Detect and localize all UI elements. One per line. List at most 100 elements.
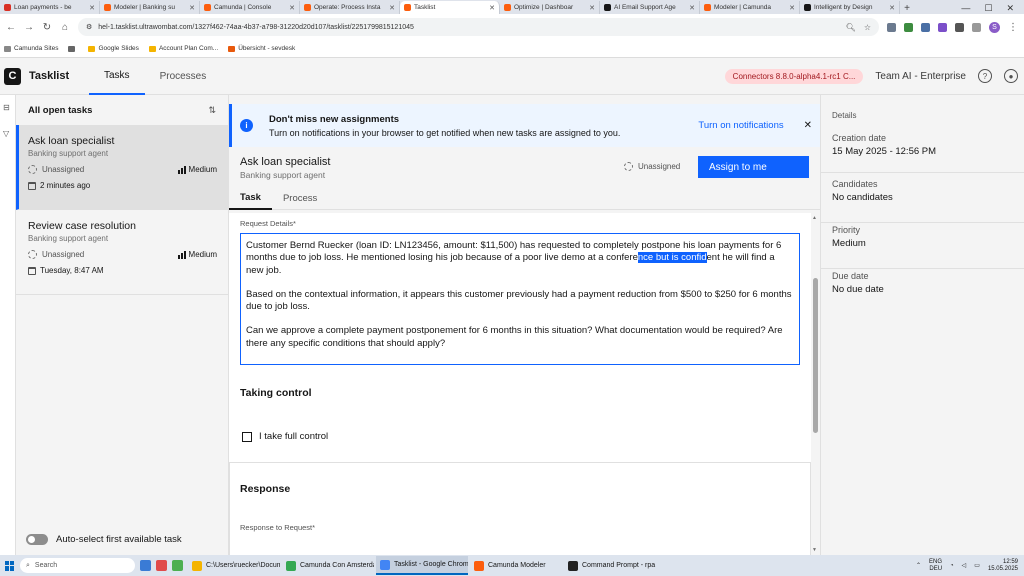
language-indicator[interactable]: ENG DEU — [929, 559, 942, 573]
tab-process[interactable]: Process — [272, 187, 328, 210]
browser-tab[interactable]: Intelligent by Design ✕ — [800, 1, 900, 14]
kebab-menu-icon[interactable]: ⋮ — [1008, 22, 1018, 33]
task-card-name: Review case resolution — [28, 220, 136, 232]
bookmark-item[interactable]: Google Slides — [88, 45, 139, 52]
scrollbar-thumb[interactable] — [813, 278, 818, 433]
close-tab-icon[interactable]: ✕ — [289, 4, 295, 12]
browser-tab[interactable]: Tasklist ✕ — [400, 1, 500, 14]
creation-date-label: Creation date — [832, 133, 887, 143]
volume-icon[interactable]: ◁ — [962, 562, 967, 569]
maximize-icon[interactable]: ☐ — [984, 3, 992, 14]
reload-icon[interactable]: ↻ — [42, 22, 52, 33]
take-control-checkbox[interactable] — [242, 431, 252, 442]
bookmark-star-icon[interactable]: ☆ — [864, 23, 871, 32]
scroll-up-icon[interactable]: ▲ — [812, 215, 817, 221]
priority-icon — [177, 165, 186, 174]
close-tab-icon[interactable]: ✕ — [89, 4, 95, 12]
taskbar-app[interactable]: Camunda Con Amsterda — [282, 556, 374, 575]
taskbar-search[interactable]: ⌕ Search — [20, 558, 135, 573]
request-details-textarea[interactable]: Customer Bernd Ruecker (loan ID: LN12345… — [240, 233, 800, 365]
windows-start-icon[interactable] — [5, 560, 15, 571]
browser-tab[interactable]: Loan payments - be ✕ — [0, 1, 100, 14]
extension-icon[interactable] — [938, 22, 947, 32]
extension-icon[interactable] — [904, 22, 913, 32]
zoom-icon[interactable]: 🔍︎ — [846, 23, 856, 32]
favicon-icon — [404, 4, 411, 11]
sort-icon[interactable]: ⇅ — [208, 105, 216, 116]
nav-tab-tasks[interactable]: Tasks — [89, 58, 145, 95]
extension-icon[interactable] — [955, 22, 964, 32]
task-card-assignee: Unassigned — [42, 165, 85, 174]
help-icon[interactable]: ? — [978, 69, 992, 83]
app-icon[interactable] — [156, 560, 167, 571]
battery-icon[interactable]: ▭ — [974, 562, 980, 569]
bookmark-item[interactable]: Camunda Sites — [4, 45, 58, 52]
extension-icon[interactable] — [887, 22, 896, 32]
bookmark-item[interactable]: Übersicht - sevdesk — [228, 45, 295, 52]
browser-tab[interactable]: Camunda | Console ✕ — [200, 1, 300, 14]
taskbar-app[interactable]: C:\Users\ruecker\Docum — [188, 556, 280, 575]
minimize-icon[interactable]: — — [961, 3, 970, 14]
task-filter-header[interactable]: All open tasks ⇅ — [16, 95, 228, 125]
user-icon[interactable]: ● — [1004, 69, 1018, 83]
close-tab-icon[interactable]: ✕ — [189, 4, 195, 12]
task-card[interactable]: Ask loan specialist Banking support agen… — [16, 125, 229, 210]
task-card[interactable]: Review case resolution Banking support a… — [16, 210, 229, 295]
clock[interactable]: 12:59 15.05.2025 — [988, 559, 1018, 573]
outlook-icon[interactable] — [140, 560, 151, 571]
app-icon[interactable] — [172, 560, 183, 571]
scroll-down-icon[interactable]: ▼ — [812, 547, 817, 553]
taskbar-app-label: Camunda Modeler — [488, 562, 546, 569]
filter-icon[interactable]: ▽ — [3, 129, 9, 138]
candidates-value: No candidates — [832, 192, 893, 203]
priority-value: Medium — [832, 238, 866, 249]
taskbar-app[interactable]: Command Prompt - rpa — [564, 556, 656, 575]
browser-tab[interactable]: AI Email Support Age ✕ — [600, 1, 700, 14]
puzzle-icon[interactable] — [972, 22, 981, 32]
task-card-name: Ask loan specialist — [28, 135, 115, 147]
task-form: Request Details* Customer Bernd Ruecker … — [229, 213, 811, 555]
bookmark-item[interactable]: Account Plan Com... — [148, 45, 218, 52]
close-tab-icon[interactable]: ✕ — [689, 4, 695, 12]
forward-icon[interactable]: → — [24, 22, 34, 33]
wifi-icon[interactable]: ◔ — [950, 563, 954, 569]
browser-tab[interactable]: Optimize | Dashboar ✕ — [500, 1, 600, 14]
collapse-panel-icon[interactable]: ⊟ — [3, 103, 10, 112]
organization-name[interactable]: Team AI - Enterprise — [875, 71, 966, 82]
close-window-icon[interactable]: ✕ — [1006, 3, 1014, 14]
close-tab-icon[interactable]: ✕ — [389, 4, 395, 12]
bookmark-label: Google Slides — [98, 45, 139, 52]
form-scrollbar[interactable]: ▲ ▼ — [811, 213, 820, 555]
taskbar-app-label: Command Prompt - rpa — [582, 562, 656, 569]
camunda-logo: C — [4, 67, 21, 85]
browser-tab[interactable]: Operate: Process Insta ✕ — [300, 1, 400, 14]
tray-chevron-icon[interactable]: ⌃ — [916, 562, 921, 569]
turn-on-notifications-button[interactable]: Turn on notifications — [698, 120, 783, 131]
taskbar-app[interactable]: Camunda Modeler — [470, 556, 562, 575]
favicon-icon — [304, 4, 311, 11]
bookmark-item[interactable] — [68, 45, 78, 52]
url-field[interactable]: ⚙ hel-1.tasklist.ultrawombat.com/1327f46… — [78, 18, 879, 36]
browser-tab[interactable]: Modeler | Banking su ✕ — [100, 1, 200, 14]
back-icon[interactable]: ← — [6, 22, 16, 33]
close-tab-icon[interactable]: ✕ — [789, 4, 795, 12]
home-icon[interactable]: ⌂ — [60, 22, 70, 33]
nav-tab-processes[interactable]: Processes — [145, 58, 222, 95]
take-control-checkbox-row[interactable]: I take full control — [242, 431, 328, 442]
close-tab-icon[interactable]: ✕ — [589, 4, 595, 12]
taskbar-app[interactable]: Tasklist - Google Chrom — [376, 556, 468, 575]
details-heading: Details — [832, 111, 857, 120]
new-tab-icon[interactable]: + — [900, 3, 914, 14]
app-icon — [286, 560, 296, 571]
profile-avatar[interactable]: S — [989, 21, 1000, 33]
tab-task[interactable]: Task — [229, 187, 272, 210]
auto-select-toggle[interactable] — [26, 534, 48, 545]
close-tab-icon[interactable]: ✕ — [489, 4, 495, 12]
assign-to-me-button[interactable]: Assign to me — [698, 156, 809, 178]
close-icon[interactable]: ✕ — [804, 120, 812, 131]
site-info-icon[interactable]: ⚙ — [86, 23, 92, 31]
extension-icon[interactable] — [921, 22, 930, 32]
browser-tab[interactable]: Modeler | Camunda ✕ — [700, 1, 800, 14]
close-tab-icon[interactable]: ✕ — [889, 4, 895, 12]
cluster-version-badge[interactable]: Connectors 8.8.0-alpha4.1-rc1 C... — [724, 68, 864, 84]
